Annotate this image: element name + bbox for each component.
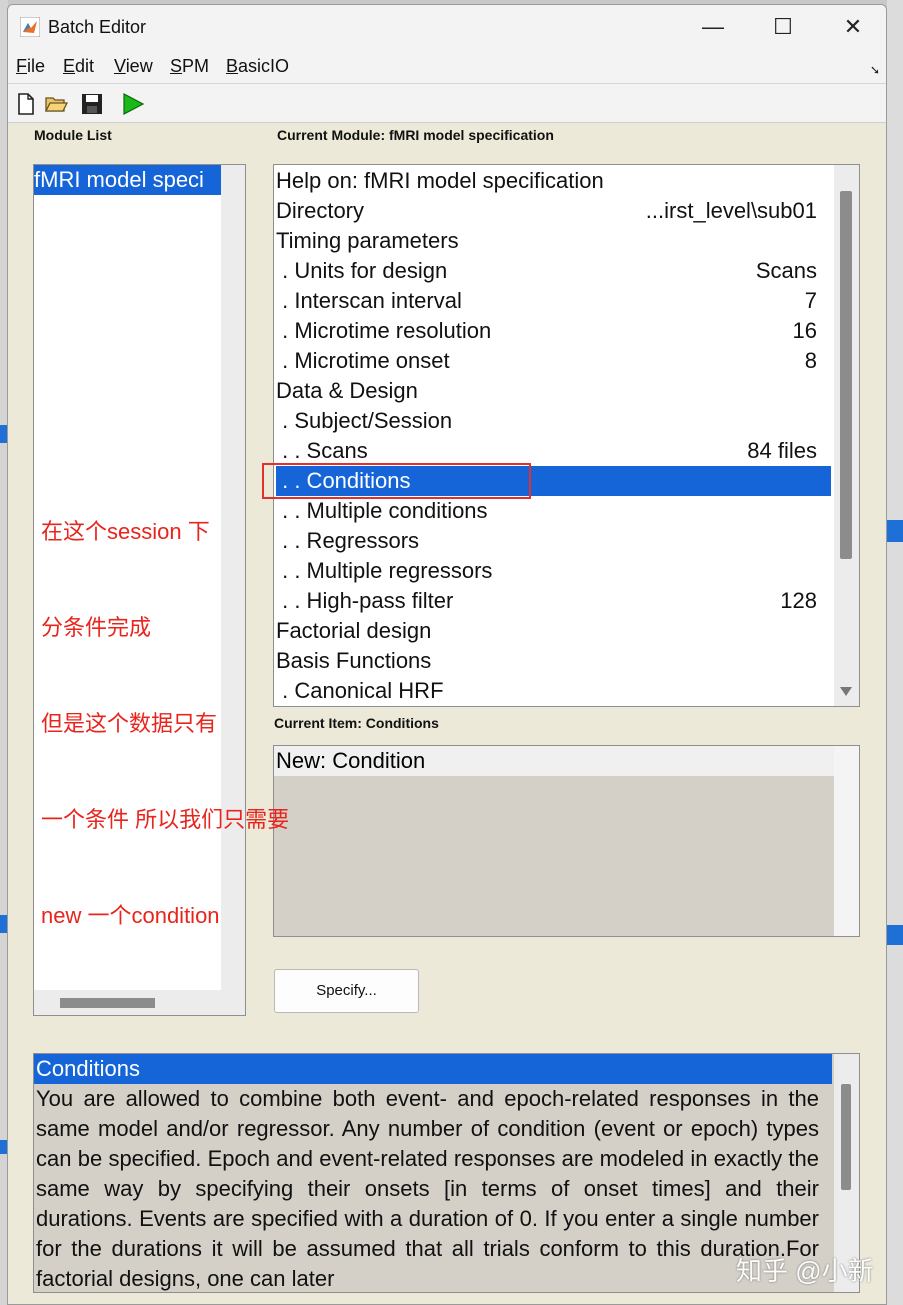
module-row-name: . . Multiple conditions xyxy=(276,498,488,523)
module-row[interactable]: Data & Design xyxy=(276,376,831,406)
menu-file[interactable]: File xyxy=(16,56,45,77)
module-row[interactable]: . . Regressors xyxy=(276,526,831,556)
current-item-panel: New: Condition xyxy=(273,745,860,937)
dock-arrow-icon[interactable]: ➘ xyxy=(870,63,880,77)
module-row[interactable]: Directory ...irst_level\sub01 xyxy=(276,196,831,226)
annotation-line: 一个条件 所以我们只需要 xyxy=(41,807,290,832)
module-row-name: Timing parameters xyxy=(276,228,459,253)
current-module-label: Current Module: fMRI model specification xyxy=(277,127,554,143)
background-window-right xyxy=(887,0,903,1305)
current-item-vscrollbar[interactable] xyxy=(834,746,859,936)
module-row-name: . . High-pass filter xyxy=(276,588,454,613)
module-row-value: 84 files xyxy=(747,438,817,463)
annotation-line: 但是这个数据只有 xyxy=(41,711,218,736)
module-row-name: . Interscan interval xyxy=(276,288,462,313)
current-module-panel: Help on: fMRI model specification Directo… xyxy=(273,164,860,707)
highlight-box xyxy=(262,463,531,499)
help-scroll-thumb[interactable] xyxy=(841,1084,851,1190)
module-row-name: . . Multiple regressors xyxy=(276,558,493,583)
module-row[interactable]: . Units for design Scans xyxy=(276,256,831,286)
module-row-value: 128 xyxy=(780,588,817,613)
module-row-name: Help on: fMRI model specification xyxy=(276,168,604,193)
module-row-name: . . Regressors xyxy=(276,528,420,553)
help-text: You are allowed to combine both event- a… xyxy=(36,1086,819,1291)
window-title: Batch Editor xyxy=(48,17,147,37)
module-row[interactable]: . Subject/Session xyxy=(276,406,831,436)
module-row-value: 7 xyxy=(804,288,817,313)
save-icon[interactable] xyxy=(80,92,104,116)
module-row-name: . Canonical HRF xyxy=(276,678,444,703)
toolbar xyxy=(8,84,886,123)
current-module-scroll-thumb[interactable] xyxy=(840,191,852,559)
module-row-value: Scans xyxy=(755,258,817,283)
module-row-name: . Units for design xyxy=(276,258,448,283)
module-row[interactable]: Factorial design xyxy=(276,616,831,646)
menu-bar: File Edit View SPM BasicIO ➘ xyxy=(8,49,886,84)
minimize-button[interactable]: — xyxy=(688,11,738,43)
module-row[interactable]: . . Multiple conditions xyxy=(276,496,831,526)
annotation-line: new 一个condition xyxy=(41,903,220,928)
help-title: Conditions xyxy=(34,1054,832,1084)
annotation-line: 在这个session 下 xyxy=(41,519,210,544)
current-item-label: Current Item: Conditions xyxy=(274,715,439,731)
module-row[interactable]: Help on: fMRI model specification xyxy=(276,166,831,196)
module-row-name: . Microtime onset xyxy=(276,348,450,373)
maximize-button[interactable]: ☐ xyxy=(758,11,808,43)
module-row-name: . Subject/Session xyxy=(276,408,453,433)
module-row-name: Basis Functions xyxy=(276,648,432,673)
module-row-value: ...irst_level\sub01 xyxy=(645,198,817,223)
watermark: 知乎 @小新 xyxy=(736,1256,874,1286)
module-list-item-fmri[interactable]: fMRI model speci xyxy=(34,165,221,195)
menu-view[interactable]: View xyxy=(114,56,153,77)
batch-editor-window: Batch Editor — ☐ ✕ File Edit View SPM Ba… xyxy=(7,4,887,1305)
module-row-name: Data & Design xyxy=(276,378,418,403)
module-row-name: Factorial design xyxy=(276,618,432,643)
module-row[interactable]: . Interscan interval 7 xyxy=(276,286,831,316)
scroll-down-arrow-icon[interactable] xyxy=(840,687,852,697)
current-module-vscrollbar[interactable] xyxy=(834,165,859,706)
matlab-app-icon xyxy=(20,17,40,37)
module-row[interactable]: . . Scans 84 files xyxy=(276,436,831,466)
close-button[interactable]: ✕ xyxy=(828,11,878,43)
annotation-text: 在这个session 下 分条件完成 但是这个数据只有 一个条件 所以我们只需要… xyxy=(41,452,289,996)
module-row-name: . Microtime resolution xyxy=(276,318,492,343)
module-row-value: 8 xyxy=(804,348,817,373)
module-row[interactable]: . . High-pass filter 128 xyxy=(276,586,831,616)
module-row-name: . . Scans xyxy=(276,438,368,463)
menu-basicio[interactable]: BasicIO xyxy=(226,56,289,77)
annotation-line: 分条件完成 xyxy=(41,615,152,640)
title-bar: Batch Editor — ☐ ✕ xyxy=(8,5,886,49)
run-icon[interactable] xyxy=(121,92,145,116)
module-row-value: 16 xyxy=(792,318,817,343)
module-row[interactable]: Timing parameters xyxy=(276,226,831,256)
module-row[interactable]: . Canonical HRF xyxy=(276,676,831,706)
module-row[interactable]: Basis Functions xyxy=(276,646,831,676)
module-row[interactable]: . Microtime onset 8 xyxy=(276,346,831,376)
new-file-icon[interactable] xyxy=(14,92,38,116)
module-row-name: Directory xyxy=(276,198,365,223)
menu-edit[interactable]: Edit xyxy=(63,56,94,77)
specify-button[interactable]: Specify... xyxy=(274,969,419,1013)
current-item-new-condition[interactable]: New: Condition xyxy=(274,746,834,776)
menu-spm[interactable]: SPM xyxy=(170,56,209,77)
open-folder-icon[interactable] xyxy=(44,92,68,116)
module-row[interactable]: . . Multiple regressors xyxy=(276,556,831,586)
module-list-label: Module List xyxy=(34,127,112,143)
module-row[interactable]: . Microtime resolution 16 xyxy=(276,316,831,346)
module-list-hscroll-thumb[interactable] xyxy=(60,998,155,1008)
